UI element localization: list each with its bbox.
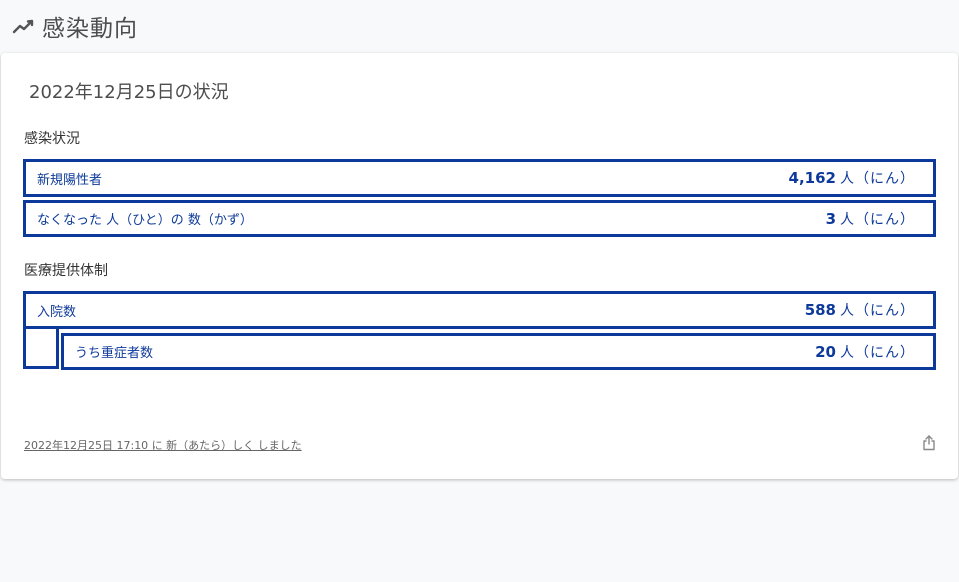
deaths-label: なくなった 人（ひと）の 数（かず）: [37, 213, 253, 228]
severe-label: うち重症者数: [75, 346, 154, 361]
trend-line-icon: [12, 19, 34, 34]
update-timestamp-link[interactable]: 2022年12月25日 17:10 に 新（あたら）しく しました: [24, 437, 302, 453]
page-header: 感染動向: [12, 10, 138, 42]
date-heading: 2022年12月25日の状況: [29, 82, 229, 103]
new-positive-row: 新規陽性者 4,162 人（にん）: [23, 159, 936, 197]
page-title: 感染動向: [42, 16, 138, 42]
new-positive-label: 新規陽性者: [37, 172, 103, 188]
medical-section-title: 医療提供体制: [24, 263, 108, 279]
deaths-row: なくなった 人（ひと）の 数（かず） 3 人（にん）: [23, 200, 936, 237]
severe-value: 20: [815, 342, 836, 361]
status-card: 2022年12月25日の状況 感染状況 新規陽性者 4,162 人（にん） なく…: [1, 53, 958, 479]
deaths-unit: 人（にん）: [840, 211, 915, 228]
hospitalized-row: 入院数 588 人（にん）: [23, 291, 936, 329]
hospitalized-label: 入院数: [37, 304, 77, 320]
hospitalized-bracket: [23, 327, 59, 369]
new-positive-value: 4,162: [788, 169, 836, 187]
hospitalized-value: 588: [804, 301, 836, 319]
severe-unit: 人（にん）: [840, 344, 915, 361]
infection-section-title: 感染状況: [24, 131, 80, 147]
share-icon[interactable]: [920, 434, 938, 452]
new-positive-unit: 人（にん）: [840, 171, 915, 187]
severe-row: うち重症者数 20 人（にん）: [61, 333, 936, 370]
hospitalized-unit: 人（にん）: [840, 303, 915, 319]
deaths-value: 3: [825, 209, 836, 228]
